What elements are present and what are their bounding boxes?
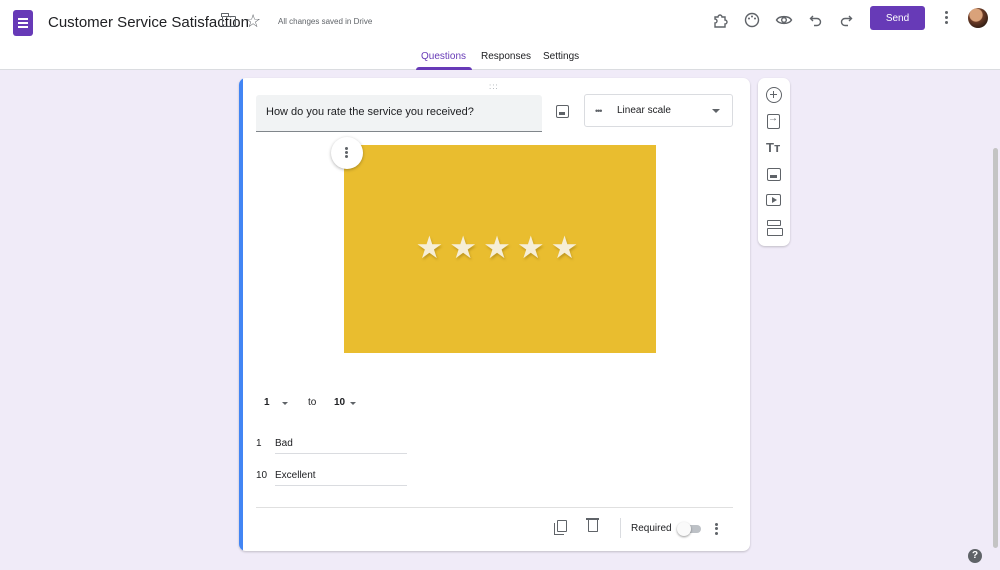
send-button[interactable]: Send — [870, 6, 925, 30]
form-tabs: Questions Responses Settings — [0, 50, 1000, 70]
required-label: Required — [631, 523, 672, 534]
tab-responses[interactable]: Responses — [481, 51, 531, 62]
scale-to-word: to — [308, 397, 317, 408]
delete-icon[interactable] — [586, 518, 599, 532]
card-focus-accent — [239, 78, 243, 551]
floating-toolbar: Tт — [758, 78, 790, 246]
app-header: Customer Service Satisfaction ☆ All chan… — [0, 0, 1000, 70]
question-card[interactable]: ::: How do you rate the service you rece… — [239, 78, 750, 551]
question-title-input[interactable]: How do you rate the service you received… — [256, 95, 542, 132]
save-status: All changes saved in Drive — [278, 17, 373, 26]
add-question-icon[interactable] — [766, 87, 782, 103]
undo-icon[interactable] — [806, 10, 826, 30]
preview-eye-icon[interactable] — [774, 10, 794, 30]
forms-app-icon[interactable] — [13, 10, 33, 36]
duplicate-icon[interactable] — [554, 520, 567, 535]
help-icon[interactable]: ? — [968, 549, 982, 563]
chevron-down-icon[interactable] — [350, 402, 356, 405]
active-tab-indicator — [416, 67, 472, 70]
tab-settings[interactable]: Settings — [543, 51, 579, 62]
avatar[interactable] — [968, 8, 988, 28]
more-vert-icon — [345, 146, 348, 159]
high-label-input[interactable]: Excellent — [275, 470, 407, 486]
question-image[interactable]: ★★★★★ — [344, 145, 656, 353]
add-image-icon[interactable] — [556, 105, 569, 118]
question-type-select[interactable]: ••• Linear scale — [584, 94, 733, 127]
image-options-button[interactable] — [331, 137, 363, 169]
high-label-number: 10 — [256, 470, 268, 481]
chevron-down-icon — [712, 109, 720, 113]
drag-handle-icon[interactable]: ::: — [489, 82, 499, 91]
more-vert-icon[interactable] — [715, 521, 718, 536]
scale-from-select[interactable]: 1 — [264, 397, 270, 408]
palette-icon[interactable] — [742, 10, 762, 30]
low-label-input[interactable]: Bad — [275, 438, 407, 454]
import-questions-icon[interactable] — [767, 113, 780, 129]
required-toggle[interactable] — [677, 522, 701, 536]
card-footer-divider — [256, 507, 733, 508]
low-label-number: 1 — [256, 438, 262, 449]
chevron-down-icon[interactable] — [282, 402, 288, 405]
tab-questions[interactable]: Questions — [421, 51, 466, 62]
add-image-icon[interactable] — [767, 168, 781, 181]
add-video-icon[interactable] — [766, 194, 781, 206]
redo-icon[interactable] — [836, 10, 856, 30]
form-title[interactable]: Customer Service Satisfaction — [48, 14, 249, 31]
scale-to-select[interactable]: 10 — [334, 397, 345, 408]
footer-separator — [620, 518, 621, 538]
add-section-icon[interactable] — [766, 220, 783, 236]
five-stars-image-content: ★★★★★ — [415, 230, 585, 265]
more-vert-icon[interactable] — [940, 9, 952, 27]
folder-icon[interactable] — [221, 13, 236, 27]
linear-scale-icon: ••• — [595, 106, 603, 116]
question-type-label: Linear scale — [617, 105, 671, 116]
add-title-icon[interactable]: Tт — [766, 140, 782, 156]
page-scrollbar[interactable] — [993, 148, 998, 548]
star-icon[interactable]: ☆ — [245, 11, 261, 31]
toggle-thumb — [677, 522, 691, 536]
addon-puzzle-icon[interactable] — [710, 10, 730, 30]
